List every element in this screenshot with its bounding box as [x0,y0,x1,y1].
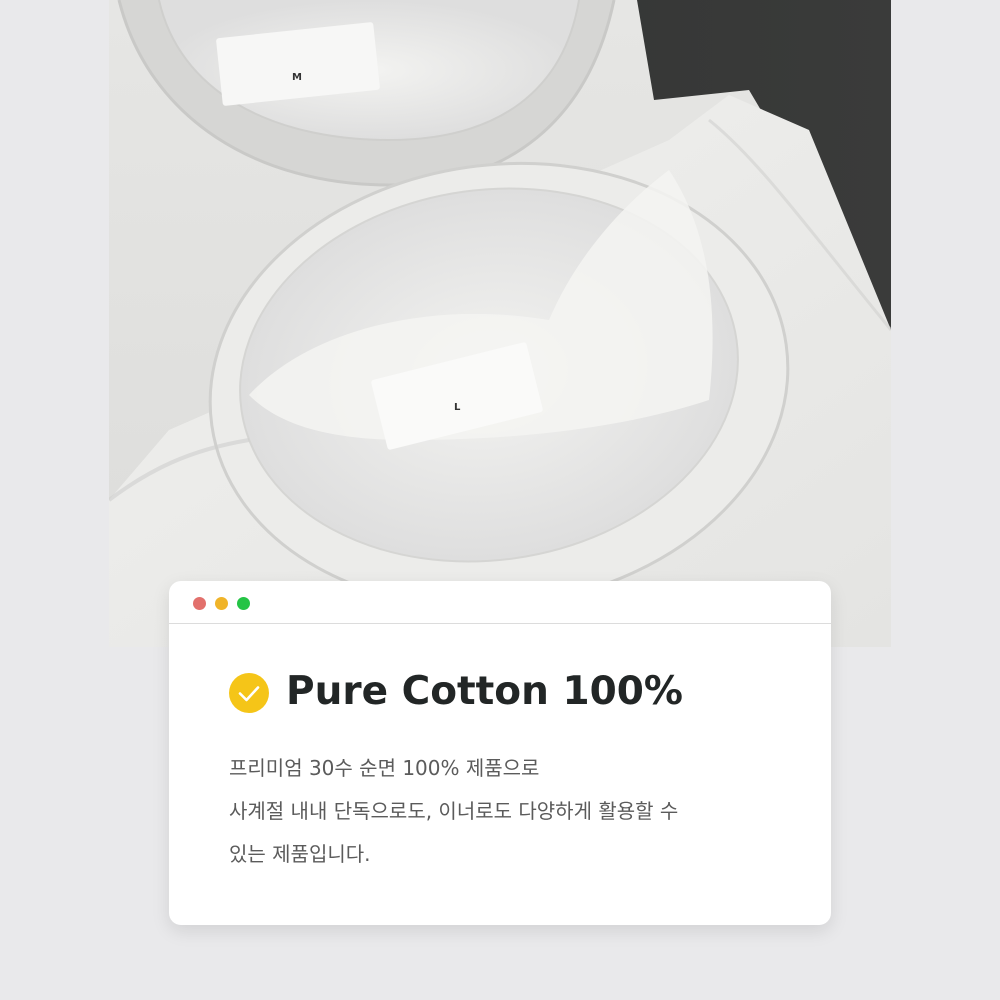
window-titlebar [169,581,831,624]
description-line: 있는 제품입니다. [229,842,371,866]
size-label-front-text: L [454,402,461,413]
close-window-button[interactable] [193,597,206,610]
page: M L Pure Cotton 100% 프리미엄 30수 순면 100% 제품… [0,0,1000,1000]
maximize-window-button[interactable] [237,597,250,610]
product-description: 프리미엄 30수 순면 100% 제품으로 사계절 내내 단독으로도, 이너로도… [229,747,789,876]
minimize-window-button[interactable] [215,597,228,610]
info-card: Pure Cotton 100% 프리미엄 30수 순면 100% 제품으로 사… [169,581,831,925]
product-title: Pure Cotton 100% [286,669,683,714]
check-circle-icon [229,673,269,713]
description-line: 프리미엄 30수 순면 100% 제품으로 [229,756,540,780]
size-label-back-text: M [292,72,302,83]
description-line: 사계절 내내 단독으로도, 이너로도 다양하게 활용할 수 [229,799,679,823]
product-photo: M L [109,0,891,647]
